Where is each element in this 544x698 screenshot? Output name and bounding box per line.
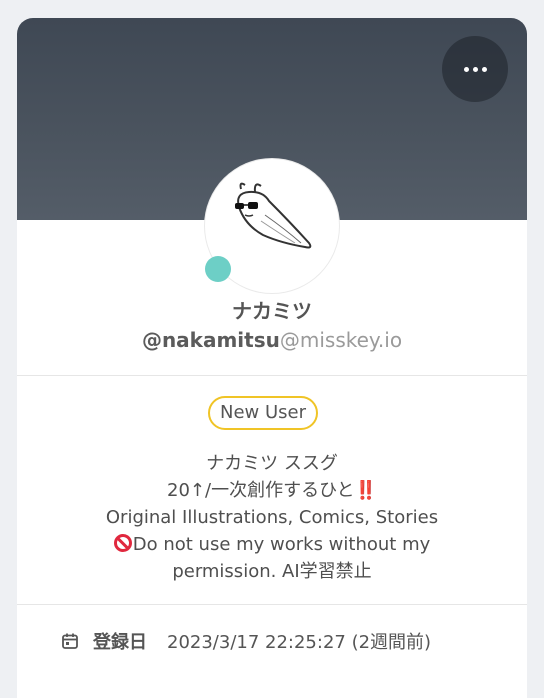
profile-card: ナカミツ @nakamitsu@misskey.io New User ナカミツ… bbox=[17, 18, 527, 698]
bio-line: ナカミツ ススグ bbox=[206, 453, 338, 474]
display-name: ナカミツ bbox=[232, 299, 312, 323]
divider bbox=[17, 604, 527, 605]
joined-label: 登録日 bbox=[93, 632, 147, 653]
username: @nakamitsu bbox=[141, 328, 280, 352]
joined-value: 2023/3/17 22:25:27 (2週間前) bbox=[167, 632, 432, 653]
divider bbox=[17, 375, 527, 376]
account-handle: @nakamitsu@misskey.io bbox=[17, 328, 527, 352]
host: @misskey.io bbox=[279, 328, 403, 352]
double-exclamation-icon: ‼️ bbox=[354, 480, 377, 501]
more-horizontal-icon bbox=[463, 66, 469, 72]
bio-line: Do not use my works without my bbox=[17, 531, 527, 558]
bio-line: 20↑/一次創作するひと‼️ bbox=[167, 480, 377, 501]
joined-date-row: 登録日 2023/3/17 22:25:27 (2週間前) bbox=[61, 626, 431, 656]
more-options-button[interactable] bbox=[442, 36, 508, 102]
bio-line: Original Illustrations, Comics, Stories bbox=[105, 507, 439, 528]
calendar-icon bbox=[62, 633, 78, 649]
role-badge[interactable]: New User bbox=[208, 396, 319, 430]
profile-bio: ナカミツ ススグ 20↑/一次創作するひと‼️ Original Illustr… bbox=[17, 450, 527, 585]
no-entry-icon bbox=[113, 534, 132, 552]
bio-line: permission. AI学習禁止 bbox=[172, 561, 372, 582]
online-status-indicator bbox=[205, 256, 231, 282]
